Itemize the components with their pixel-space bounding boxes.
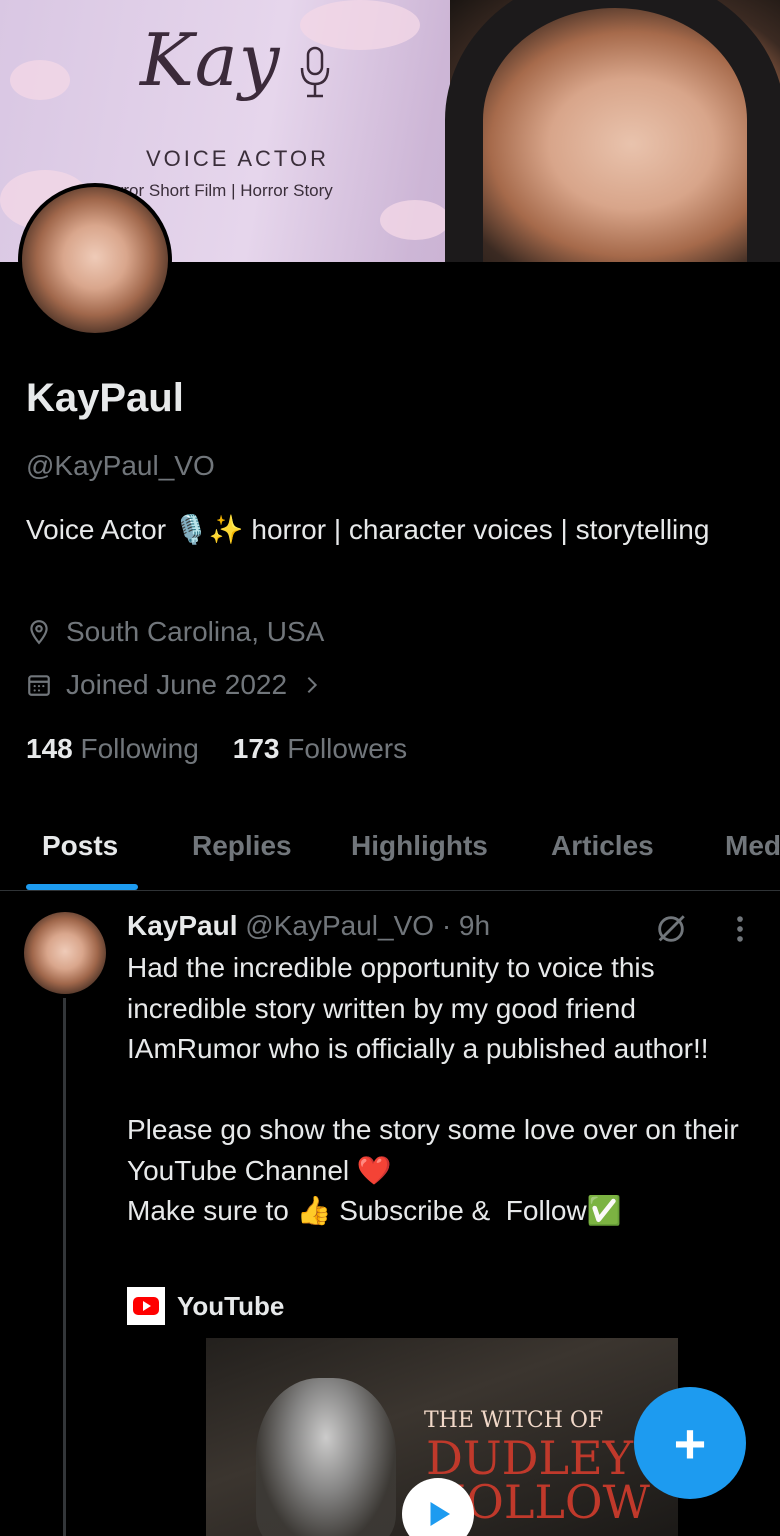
thumbnail-figure <box>256 1378 396 1536</box>
followers-link[interactable]: 173 Followers <box>233 733 407 765</box>
thread-line <box>63 998 66 1536</box>
compose-plus-icon: + <box>673 1411 707 1475</box>
user-handle: @KayPaul_VO <box>26 450 215 481</box>
video-thumbnail[interactable]: THE WITCH OF DUDLEY HOLLOW <box>206 1338 678 1536</box>
location-text: South Carolina, USA <box>66 616 325 647</box>
followers-label: Followers <box>287 733 408 764</box>
blossom-decoration <box>380 200 450 240</box>
post-header: KayPaul @KayPaul_VO · 9h <box>127 910 490 942</box>
link-source[interactable]: YouTube <box>127 1287 284 1325</box>
banner-photo-hood <box>445 0 780 262</box>
more-icon[interactable] <box>726 912 754 946</box>
post-author-name[interactable]: KayPaul <box>127 910 238 941</box>
tab-replies[interactable]: Replies <box>192 830 292 862</box>
tab-highlights[interactable]: Highlights <box>351 830 488 862</box>
joined-text: Joined June 2022 <box>66 669 288 700</box>
banner-role: VOICE ACTOR <box>146 146 329 171</box>
grok-icon[interactable] <box>654 912 688 946</box>
following-count: 148 <box>26 733 73 764</box>
follow-stats: 148 Following 173 Followers <box>26 733 407 765</box>
thumbnail-title-line-1: THE WITCH OF <box>424 1408 604 1433</box>
youtube-icon <box>127 1287 165 1325</box>
tab-posts[interactable]: Posts <box>42 830 118 862</box>
post-author-handle[interactable]: @KayPaul_VO <box>245 910 434 941</box>
microphone-icon <box>300 46 330 98</box>
post-text: Had the incredible opportunity to voice … <box>127 952 739 1226</box>
location-pin-icon <box>30 620 48 645</box>
profile-tabs: Posts Replies Highlights Articles Media <box>0 810 780 891</box>
post-author-avatar[interactable] <box>24 912 106 994</box>
profile-bio: Voice Actor 🎙️✨ horror | character voice… <box>26 514 710 545</box>
post-time[interactable]: · 9h <box>442 910 490 941</box>
blossom-decoration <box>300 0 420 50</box>
profile-avatar[interactable] <box>18 183 172 337</box>
compose-button[interactable]: + <box>634 1387 746 1499</box>
tab-articles[interactable]: Articles <box>551 830 654 862</box>
following-link[interactable]: 148 Following <box>26 733 199 765</box>
banner-title: Kay <box>140 18 281 102</box>
followers-count: 173 <box>232 733 280 764</box>
display-name: KayPaul <box>26 376 184 420</box>
chevron-right-icon <box>307 676 318 694</box>
following-label: Following <box>80 733 199 764</box>
location-row: South Carolina, USA <box>26 616 324 648</box>
active-tab-indicator <box>26 884 138 890</box>
play-icon <box>430 1502 450 1526</box>
tab-media[interactable]: Media <box>725 830 780 862</box>
joined-row[interactable]: Joined June 2022 <box>26 669 323 701</box>
link-source-label: YouTube <box>177 1290 285 1321</box>
blossom-decoration <box>10 60 70 100</box>
calendar-icon <box>28 675 50 696</box>
avatar-image <box>22 187 168 333</box>
